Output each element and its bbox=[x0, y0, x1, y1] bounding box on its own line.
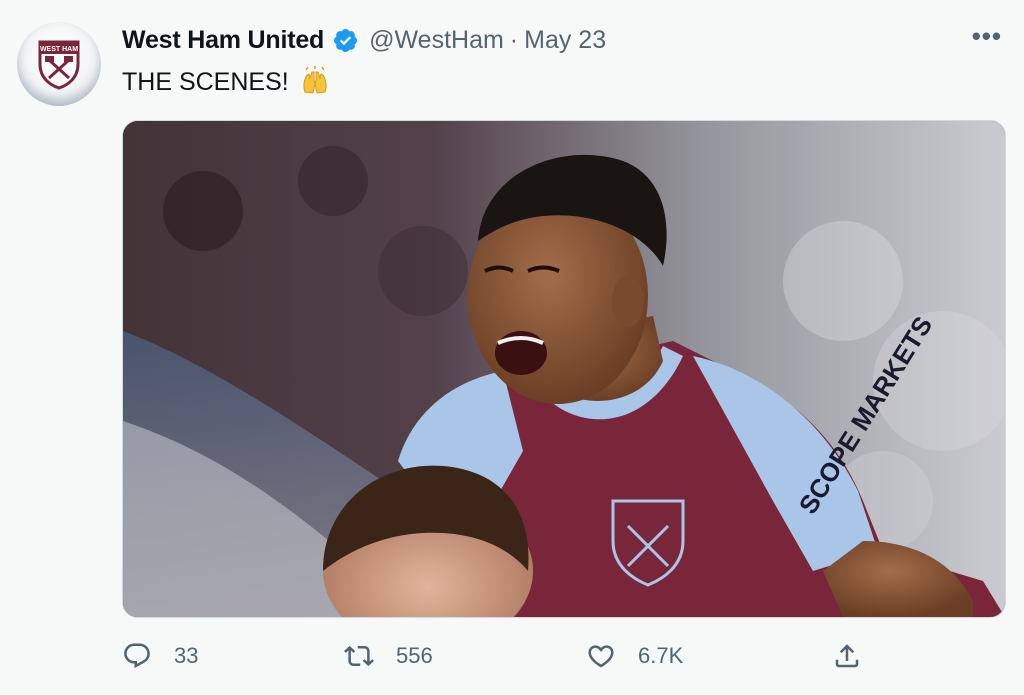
retweet-button[interactable]: 556 bbox=[344, 636, 433, 676]
share-icon bbox=[835, 644, 859, 668]
tweet-photo[interactable]: SCOPE MARKETS bbox=[122, 120, 1006, 618]
tweet-text: THE SCENES! bbox=[122, 67, 289, 96]
tweet-header: West Ham United @WestHam · May 23 bbox=[122, 22, 1004, 58]
reply-button[interactable]: 33 bbox=[122, 636, 198, 676]
tweet-date[interactable]: May 23 bbox=[524, 26, 606, 55]
retweet-count: 556 bbox=[396, 643, 433, 668]
west-ham-crest-icon: WEST HAM bbox=[38, 40, 80, 90]
tweet-actions: 33 556 6.7K bbox=[122, 636, 882, 676]
raising-hands-emoji-icon bbox=[303, 66, 327, 94]
reply-count: 33 bbox=[174, 643, 199, 668]
more-horizontal-icon[interactable]: ••• bbox=[972, 23, 1002, 49]
tweet[interactable]: WEST HAM West Ham United @WestHam · May … bbox=[0, 0, 1024, 695]
celebration-photo: SCOPE MARKETS bbox=[123, 121, 1005, 617]
like-button[interactable]: 6.7K bbox=[586, 636, 683, 676]
handle[interactable]: @WestHam bbox=[369, 26, 504, 55]
reply-icon bbox=[124, 643, 150, 669]
display-name[interactable]: West Ham United bbox=[122, 26, 324, 55]
separator: · bbox=[509, 25, 519, 54]
like-count: 6.7K bbox=[638, 643, 684, 668]
avatar[interactable]: WEST HAM bbox=[17, 22, 101, 106]
tweet-text-row: THE SCENES! bbox=[122, 66, 331, 98]
share-button[interactable] bbox=[832, 636, 862, 676]
heart-icon bbox=[588, 645, 614, 668]
svg-text:WEST HAM: WEST HAM bbox=[40, 46, 78, 53]
retweet-icon bbox=[344, 645, 374, 667]
verified-badge-icon bbox=[334, 28, 358, 52]
